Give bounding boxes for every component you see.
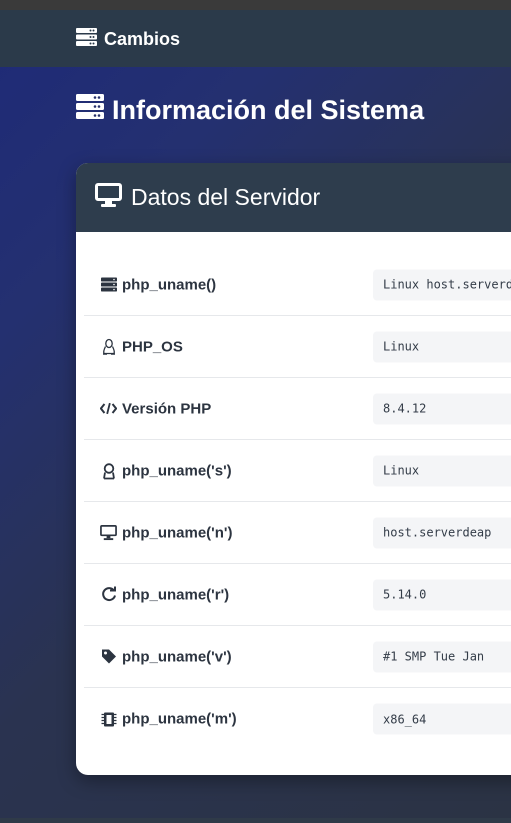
table-row: php_uname('v') #1 SMP Tue Jan bbox=[84, 626, 511, 688]
row-label-text: php_uname('n') bbox=[122, 524, 233, 541]
navbar: Cambios bbox=[0, 10, 511, 67]
row-label-text: php_uname('r') bbox=[122, 586, 230, 603]
server-data-card: Datos del Servidor php_uname() Linux hos… bbox=[76, 163, 511, 775]
table-row: php_uname('r') 5.14.0 bbox=[84, 564, 511, 626]
row-label-text: php_uname('s') bbox=[122, 462, 232, 479]
row-value: Linux bbox=[373, 331, 511, 362]
linux-icon bbox=[100, 338, 117, 355]
row-label: php_uname('v') bbox=[100, 648, 232, 665]
row-label-text: php_uname('m') bbox=[122, 710, 237, 728]
row-label: php_uname('n') bbox=[100, 524, 232, 541]
row-label: PHP_OS bbox=[100, 338, 183, 355]
row-label: Versión PHP bbox=[100, 400, 211, 417]
row-label-text: php_uname() bbox=[122, 276, 217, 293]
page-title: Información del Sistema bbox=[76, 94, 424, 126]
row-label: php_uname('s') bbox=[100, 462, 232, 479]
desktop-icon bbox=[95, 182, 122, 213]
row-label-text: PHP_OS bbox=[122, 338, 183, 355]
refresh-icon bbox=[100, 586, 117, 603]
row-value: #1 SMP Tue Jan bbox=[373, 641, 511, 672]
row-value: Linux bbox=[373, 455, 511, 486]
table-row: Versión PHP 8.4.12 bbox=[84, 378, 511, 440]
row-value: 5.14.0 bbox=[373, 579, 511, 610]
code-icon bbox=[100, 400, 117, 417]
server-icon bbox=[76, 94, 104, 126]
table-row: php_uname() Linux host.serverdeap bbox=[84, 254, 511, 316]
row-value: Linux host.serverdeap bbox=[373, 269, 511, 300]
table-row: php_uname('m') x86_64 bbox=[84, 688, 511, 750]
user-icon bbox=[100, 462, 117, 479]
row-label: php_uname('r') bbox=[100, 586, 229, 603]
table-row: php_uname('s') Linux bbox=[84, 440, 511, 502]
page-title-text: Información del Sistema bbox=[112, 94, 425, 125]
row-value: 8.4.12 bbox=[373, 393, 511, 424]
tag-icon bbox=[100, 648, 117, 665]
table-row: PHP_OS Linux bbox=[84, 316, 511, 378]
memory-icon bbox=[100, 711, 117, 728]
browser-edge bbox=[0, 0, 511, 10]
footer-edge bbox=[0, 818, 511, 823]
nav-brand[interactable]: Cambios bbox=[76, 28, 180, 51]
info-table: php_uname() Linux host.serverdeap PHP_OS… bbox=[84, 254, 511, 750]
card-header: Datos del Servidor bbox=[76, 163, 511, 232]
desktop-icon bbox=[100, 524, 117, 541]
table-row: php_uname('n') host.serverdeap bbox=[84, 502, 511, 564]
row-label: php_uname('m') bbox=[100, 711, 237, 728]
nav-brand-label: Cambios bbox=[104, 29, 181, 49]
server-icon bbox=[76, 28, 97, 51]
card-title: Datos del Servidor bbox=[131, 184, 321, 210]
row-label-text: php_uname('v') bbox=[122, 648, 232, 665]
server-icon bbox=[100, 276, 117, 293]
row-label-text: Versión PHP bbox=[122, 400, 212, 417]
row-value: x86_64 bbox=[373, 703, 511, 735]
row-value: host.serverdeap bbox=[373, 517, 511, 548]
row-label: php_uname() bbox=[100, 276, 216, 293]
